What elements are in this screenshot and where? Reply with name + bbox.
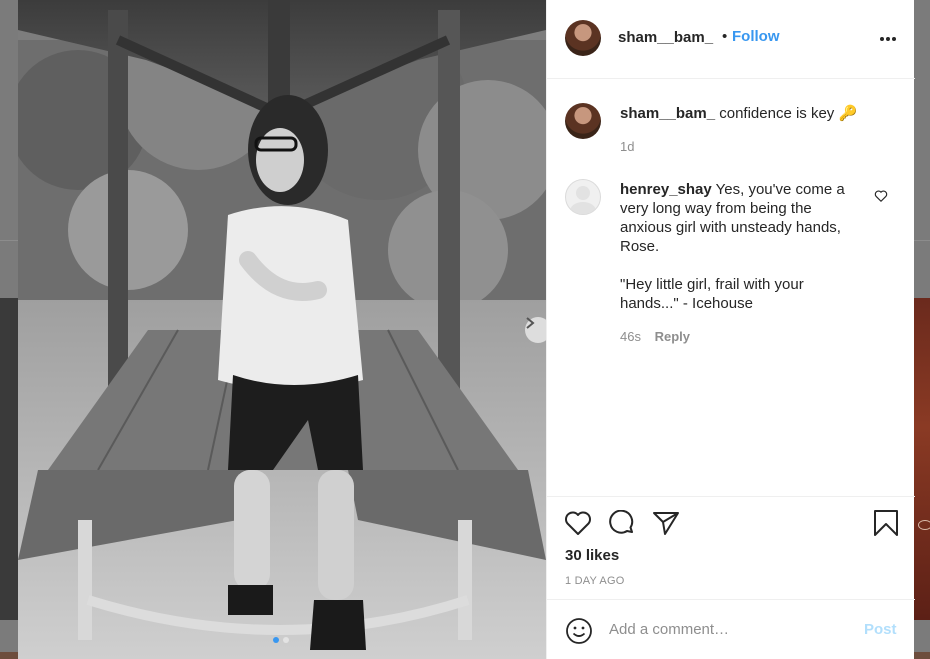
commenter-avatar[interactable]	[565, 179, 601, 215]
carousel-indicator	[273, 637, 289, 643]
caption: sham__bam_ confidence is key 🔑	[620, 104, 857, 123]
comments-list: sham__bam_ confidence is key 🔑 1d henrey…	[547, 79, 915, 496]
follow-separator: •	[722, 28, 728, 45]
comment-text-line: hands..." - Icehouse	[620, 295, 753, 312]
paper-plane-icon[interactable]	[652, 510, 680, 536]
more-horizontal-icon[interactable]	[879, 28, 897, 50]
comment-text-line: Yes, you've come a	[715, 181, 845, 198]
comment-text-line: very long way from being the	[620, 200, 812, 217]
post-actions: 30 likes 1 DAY AGO	[547, 496, 915, 599]
heart-icon[interactable]	[564, 510, 592, 536]
comment-text-line: Rose.	[620, 238, 660, 255]
author-username[interactable]: sham__bam_	[618, 29, 713, 46]
photo-illustration	[18, 0, 546, 659]
caption-avatar[interactable]	[565, 103, 601, 139]
comment-like-heart-icon[interactable]	[874, 189, 888, 203]
add-comment-bar: Add a comment… Post	[547, 599, 915, 659]
likes-count[interactable]: 30 likes	[565, 547, 619, 564]
background-tile-left	[0, 298, 18, 620]
post-date[interactable]: 1 DAY AGO	[565, 575, 624, 587]
author-avatar[interactable]	[565, 20, 601, 56]
smiley-icon[interactable]	[565, 617, 593, 645]
caption-text: confidence is key 🔑	[719, 105, 858, 122]
carousel-dot-active	[273, 637, 279, 643]
speech-bubble-icon[interactable]	[608, 510, 636, 536]
comment: henrey_shay Yes, you've come a very long…	[620, 180, 870, 313]
comment-meta: 46s Reply	[620, 329, 690, 344]
caption-time[interactable]: 1d	[620, 139, 634, 154]
next-slide-button[interactable]	[525, 317, 546, 343]
follow-button[interactable]: Follow	[732, 28, 780, 45]
post-header: sham__bam_ • Follow	[547, 0, 915, 79]
carousel-dot	[283, 637, 289, 643]
comment-text-line: anxious girl with unsteady hands,	[620, 219, 841, 236]
post-comment-button[interactable]: Post	[864, 621, 897, 638]
bookmark-icon[interactable]	[873, 510, 899, 536]
commenter-username[interactable]: henrey_shay	[620, 181, 712, 198]
post-side-panel: sham__bam_ • Follow sham__bam_ confidenc…	[546, 0, 915, 659]
comment-time[interactable]: 46s	[620, 329, 641, 344]
caption-username[interactable]: sham__bam_	[620, 105, 715, 122]
comment-text-line: "Hey little girl, frail with your	[620, 276, 804, 293]
post-photo[interactable]	[18, 0, 546, 659]
background-tile-right	[914, 298, 930, 620]
comment-input[interactable]: Add a comment…	[609, 621, 729, 638]
chevron-right-icon	[526, 317, 535, 329]
reply-button[interactable]: Reply	[655, 329, 690, 344]
